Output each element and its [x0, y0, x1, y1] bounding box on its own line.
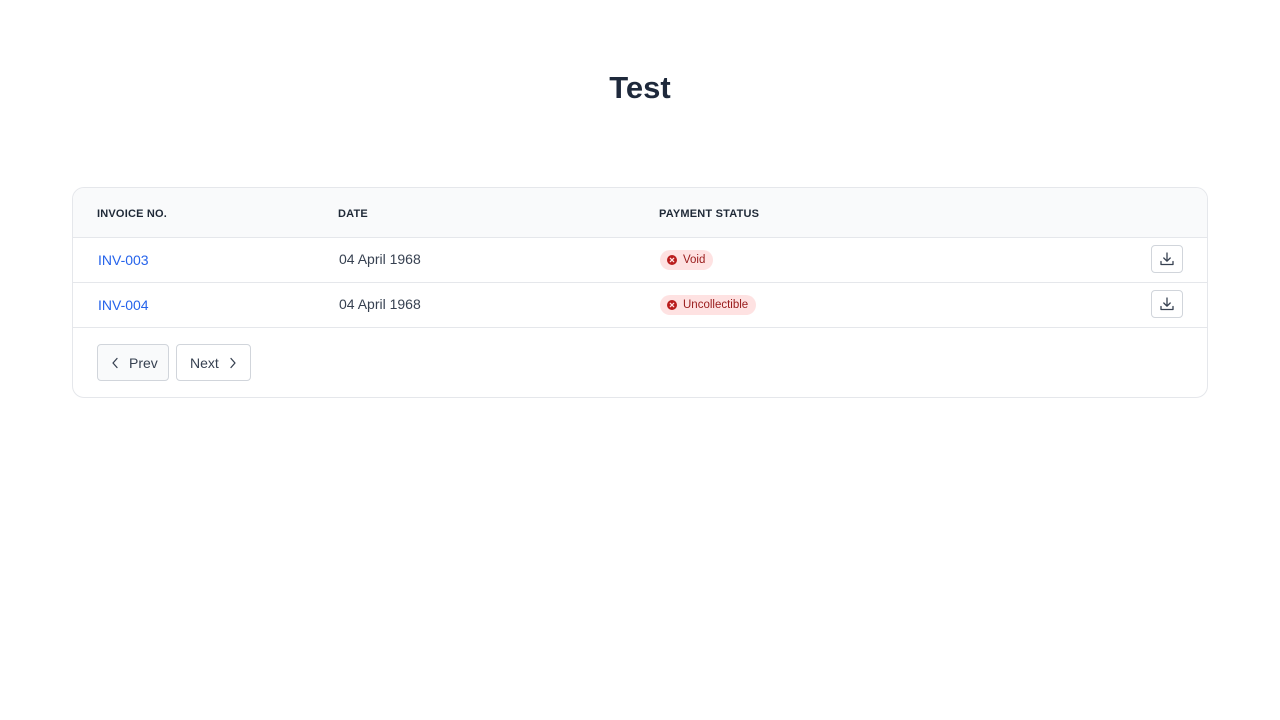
- table-header: INVOICE NO. DATE PAYMENT STATUS: [73, 188, 1207, 238]
- download-icon: [1160, 297, 1174, 311]
- prev-button[interactable]: Prev: [97, 344, 169, 381]
- pagination: Prev Next: [73, 328, 1207, 397]
- chevron-left-icon: [112, 357, 118, 368]
- invoice-link[interactable]: INV-004: [98, 297, 149, 313]
- status-badge: Void: [660, 250, 714, 270]
- date-cell: 04 April 1968: [339, 296, 421, 312]
- header-payment-status: PAYMENT STATUS: [659, 208, 760, 220]
- status-label: Uncollectible: [683, 299, 749, 311]
- next-label: Next: [190, 354, 219, 371]
- invoice-link[interactable]: INV-003: [98, 252, 149, 268]
- next-button[interactable]: Next: [176, 344, 251, 381]
- status-badge: Uncollectible: [660, 295, 757, 315]
- header-invoice-no: INVOICE NO.: [97, 208, 168, 220]
- header-date: DATE: [338, 208, 368, 220]
- page-title: Test: [609, 70, 671, 105]
- download-icon: [1160, 252, 1174, 266]
- invoice-table: INVOICE NO. DATE PAYMENT STATUS INV-003 …: [72, 187, 1208, 398]
- date-cell: 04 April 1968: [339, 251, 421, 267]
- status-label: Void: [683, 254, 706, 266]
- table-row: INV-004 04 April 1968 Uncollectible: [73, 283, 1207, 328]
- prev-label: Prev: [129, 354, 158, 371]
- table-row: INV-003 04 April 1968 Void: [73, 238, 1207, 283]
- download-button[interactable]: [1151, 245, 1183, 273]
- x-circle-icon: [667, 300, 677, 310]
- download-button[interactable]: [1151, 290, 1183, 318]
- x-circle-icon: [667, 255, 677, 265]
- chevron-right-icon: [230, 357, 236, 368]
